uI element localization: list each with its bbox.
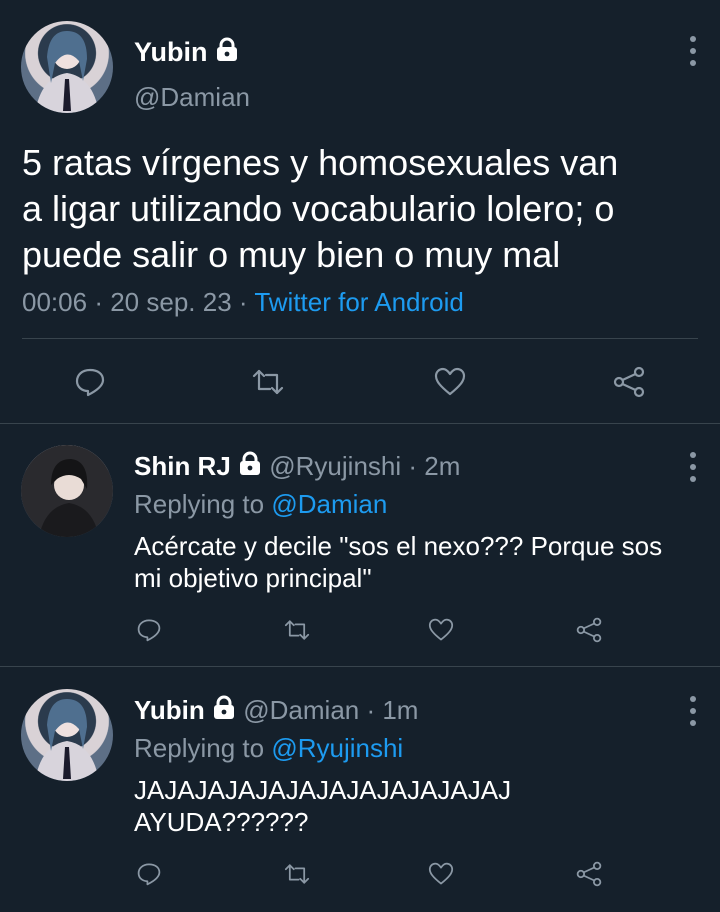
reply-button[interactable] xyxy=(70,362,110,402)
tweet-text-line: AYUDA?????? xyxy=(134,807,309,837)
more-vertical-icon[interactable] xyxy=(683,694,703,728)
author-name[interactable]: Shin RJ xyxy=(134,451,231,481)
tweet-text: JAJAJAJAJAJAJAJAJAJAJAJAJ AYUDA?????? xyxy=(134,774,714,838)
meta-separator: · xyxy=(238,287,248,317)
reply-button[interactable] xyxy=(133,858,165,890)
like-button[interactable] xyxy=(425,614,457,646)
replying-to-link[interactable]: @Damian xyxy=(271,489,387,519)
more-vertical-icon[interactable] xyxy=(683,34,703,68)
retweet-icon xyxy=(284,864,310,884)
author-handle[interactable]: @Damian xyxy=(134,82,250,113)
share-button[interactable] xyxy=(573,858,605,890)
share-icon xyxy=(576,617,602,643)
avatar[interactable] xyxy=(21,21,113,113)
avatar[interactable] xyxy=(21,445,113,537)
lock-icon xyxy=(238,451,262,485)
like-icon xyxy=(428,862,454,885)
like-button[interactable] xyxy=(425,858,457,890)
retweet-button[interactable] xyxy=(281,858,313,890)
tweet-meta: 00:06 · 20 sep. 23 · Twitter for Android xyxy=(22,287,464,318)
like-icon xyxy=(434,367,466,396)
divider xyxy=(0,423,720,424)
divider xyxy=(0,666,720,667)
replying-to-label: Replying to xyxy=(134,489,265,519)
retweet-icon xyxy=(252,369,284,395)
share-icon xyxy=(576,861,602,887)
like-button[interactable] xyxy=(430,362,470,402)
tweet-text-line: JAJAJAJAJAJAJAJAJAJAJAJAJ xyxy=(134,775,512,805)
tweet-time: 00:06 xyxy=(22,287,88,317)
author-handle[interactable]: @Ryujinshi xyxy=(269,451,401,481)
tweet-text-line: mi objetivo principal" xyxy=(134,563,372,593)
author-name[interactable]: Yubin xyxy=(134,37,208,67)
tweet-age: · 1m xyxy=(366,695,419,725)
retweet-button[interactable] xyxy=(248,362,288,402)
divider xyxy=(22,338,698,339)
avatar[interactable] xyxy=(21,689,113,781)
share-button[interactable] xyxy=(573,614,605,646)
reply-button[interactable] xyxy=(133,614,165,646)
author-name[interactable]: Yubin xyxy=(134,695,205,725)
tweet-text: Acércate y decile "sos el nexo??? Porque… xyxy=(134,530,714,594)
tweet-source-link[interactable]: Twitter for Android xyxy=(254,287,464,317)
tweet-text-line: puede salir o muy bien o muy mal xyxy=(22,234,561,275)
meta-separator: · xyxy=(94,287,103,317)
replying-to-label: Replying to xyxy=(134,733,265,763)
more-vertical-icon[interactable] xyxy=(683,450,703,484)
tweet-age: · 2m xyxy=(408,451,461,481)
tweet-text-line: a ligar utilizando vocabulario lolero; o xyxy=(22,188,615,229)
reply-icon xyxy=(75,368,105,397)
share-button[interactable] xyxy=(609,362,649,402)
author-handle[interactable]: @Damian xyxy=(243,695,359,725)
like-icon xyxy=(428,618,454,641)
lock-icon xyxy=(212,695,236,729)
share-icon xyxy=(613,366,645,398)
tweet-date: 20 sep. 23 xyxy=(110,287,232,317)
reply-icon xyxy=(137,863,161,886)
replying-to-link[interactable]: @Ryujinshi xyxy=(271,733,403,763)
reply-icon xyxy=(137,619,161,642)
retweet-icon xyxy=(284,620,310,640)
lock-icon xyxy=(215,37,239,71)
tweet-text-line: Acércate y decile "sos el nexo??? Porque… xyxy=(134,531,663,561)
tweet-text: 5 ratas vírgenes y homosexuales van a li… xyxy=(22,140,712,278)
tweet-text-line: 5 ratas vírgenes y homosexuales van xyxy=(22,142,619,183)
retweet-button[interactable] xyxy=(281,614,313,646)
